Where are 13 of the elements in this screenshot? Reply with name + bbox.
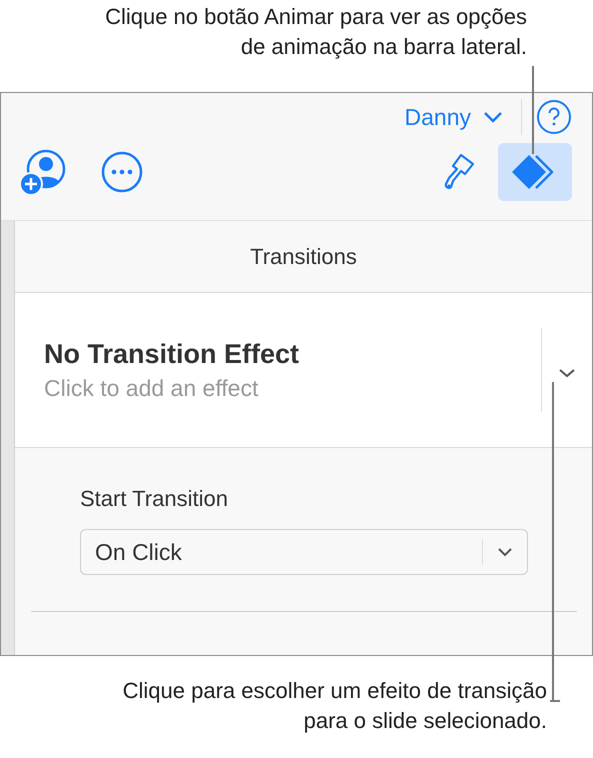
chevron-icon: [483, 111, 503, 123]
chevron-icon: [558, 368, 576, 378]
chevron-icon: [497, 547, 513, 557]
sidebar-title: Transitions: [250, 243, 357, 271]
help-icon[interactable]: [536, 99, 572, 135]
callout-text: Clique no botão Animar para ver as opções de animação na barra lateral.: [104, 3, 527, 61]
animate-button[interactable]: [498, 143, 572, 201]
more-icon: [100, 150, 144, 194]
start-transition-popup[interactable]: On Click: [80, 529, 528, 575]
field-label: Start Transition: [80, 485, 228, 513]
callout-text: Clique para escolher um efeito de transição para o slide selecionado.: [122, 677, 547, 735]
account-menu[interactable]: Danny: [404, 99, 522, 135]
transition-effect-menu[interactable]: No Transition Effect Click to add an effect: [15, 293, 592, 448]
